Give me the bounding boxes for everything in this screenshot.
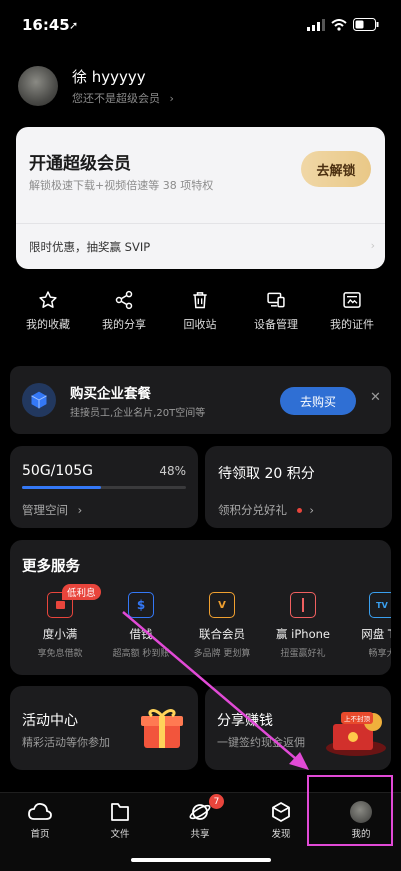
- planet-icon: [189, 804, 211, 820]
- annotation-arrow: [122, 611, 309, 770]
- folder-icon: [111, 803, 129, 821]
- home-indicator[interactable]: [131, 858, 271, 862]
- tab-label: 共享: [190, 829, 210, 840]
- cube-icon: [272, 802, 290, 822]
- shared-count-badge: 7: [209, 794, 224, 809]
- tab-label: 首页: [30, 829, 50, 840]
- cloud-icon: [28, 802, 52, 820]
- tab-files[interactable]: 文件: [90, 801, 150, 840]
- tab-label: 文件: [110, 829, 130, 840]
- annotation-highlight-box: [307, 775, 393, 846]
- tab-label: 发现: [271, 829, 291, 840]
- tab-discover[interactable]: 发现: [251, 801, 311, 840]
- tab-home[interactable]: 首页: [10, 801, 70, 840]
